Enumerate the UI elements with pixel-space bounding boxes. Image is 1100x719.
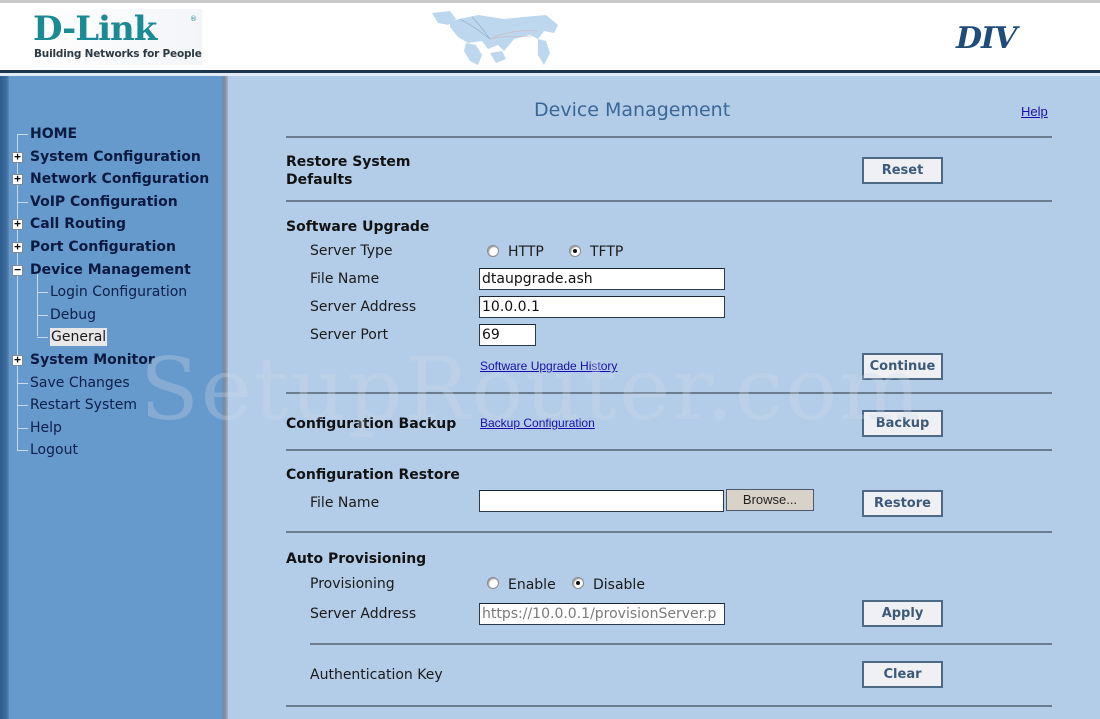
- server-address-label: Server Address: [310, 299, 417, 315]
- world-map-graphic: [432, 11, 558, 65]
- tree-connector: [17, 405, 28, 407]
- section-divider: [286, 705, 1052, 707]
- section-divider: [286, 200, 1052, 202]
- sidebar-item-label: Restart System: [30, 397, 137, 414]
- continue-button[interactable]: Continue: [862, 353, 943, 380]
- reset-button[interactable]: Reset: [862, 157, 943, 184]
- software-upgrade-title: Software Upgrade: [286, 219, 430, 235]
- sidebar-item-label: HOME: [30, 126, 78, 142]
- backup-configuration-link[interactable]: Backup Configuration: [480, 416, 595, 430]
- sidebar-item-label: Save Changes: [30, 374, 130, 391]
- header-banner: D-Link ® Building Networks for People DI…: [0, 0, 1100, 72]
- page-title: Device Management: [534, 99, 731, 121]
- tree-connector: [17, 382, 28, 384]
- sidebar-item-label: Device Management: [30, 261, 191, 278]
- restore-button[interactable]: Restore: [862, 490, 943, 517]
- product-name: DIV: [956, 21, 1017, 56]
- sidebar-item-label: Debug: [50, 306, 97, 323]
- provisioning-disable-radio[interactable]: [572, 577, 584, 589]
- tree-connector: [17, 450, 28, 452]
- server-port-label: Server Port: [310, 327, 389, 343]
- clear-button[interactable]: Clear: [862, 661, 943, 688]
- backup-button[interactable]: Backup: [862, 410, 943, 437]
- sidebar-item-label: Help: [30, 419, 62, 436]
- server-type-tftp-label: TFTP: [590, 244, 624, 260]
- sidebar-item-label: Port Configuration: [30, 238, 177, 255]
- config-backup-title: Configuration Backup: [286, 416, 457, 432]
- provisioning-server-address-label: Server Address: [310, 606, 417, 622]
- server-type-http-radio[interactable]: [487, 245, 499, 257]
- help-link[interactable]: Help: [1021, 104, 1048, 119]
- restore-defaults-title-line1: Restore System: [286, 154, 411, 170]
- section-divider: [286, 449, 1052, 451]
- restore-file-name-label: File Name: [310, 495, 380, 511]
- tree-connector: [17, 134, 28, 135]
- config-restore-title: Configuration Restore: [286, 467, 460, 483]
- tree-connector: [17, 427, 28, 429]
- provisioning-label: Provisioning: [310, 576, 395, 592]
- tree-connector: [37, 314, 48, 316]
- file-name-label: File Name: [310, 271, 380, 287]
- sidebar-left-edge: [0, 76, 9, 719]
- section-divider: [286, 392, 1052, 394]
- tree-connector: [37, 337, 48, 339]
- sidebar-item-label: Network Configuration: [30, 171, 210, 188]
- expand-plus-icon[interactable]: +: [12, 354, 23, 366]
- file-name-input[interactable]: dtaupgrade.ash: [479, 268, 725, 290]
- software-upgrade-history-link[interactable]: Software Upgrade History: [480, 359, 617, 373]
- expand-plus-icon[interactable]: +: [12, 173, 23, 186]
- restore-file-input[interactable]: [479, 490, 724, 512]
- logo-tagline: Building Networks for People: [34, 48, 202, 60]
- main-content: Device Management Help Restore System De…: [228, 76, 1100, 719]
- sidebar-item-label: System Configuration: [30, 148, 201, 165]
- server-type-http-label: HTTP: [508, 244, 544, 260]
- tree-connector: [37, 292, 48, 294]
- expand-plus-icon[interactable]: +: [12, 151, 23, 163]
- apply-button[interactable]: Apply: [862, 600, 943, 627]
- logo-registered-mark: ®: [190, 15, 197, 23]
- provisioning-enable-radio[interactable]: [487, 577, 499, 589]
- server-type-label: Server Type: [310, 243, 393, 259]
- tree-connector: [17, 201, 28, 203]
- restore-defaults-title: Restore System Defaults: [286, 153, 411, 189]
- section-divider: [286, 531, 1052, 533]
- server-address-input[interactable]: 10.0.0.1: [479, 296, 725, 318]
- subsection-divider: [310, 643, 1052, 645]
- collapse-minus-icon[interactable]: −: [12, 264, 23, 276]
- sidebar-item-label: VoIP Configuration: [30, 193, 178, 210]
- dlink-logo: D-Link ® Building Networks for People: [30, 9, 202, 65]
- server-port-input[interactable]: 69: [479, 324, 536, 346]
- authentication-key-label: Authentication Key: [310, 667, 443, 683]
- sidebar-item-label-selected: General: [50, 328, 108, 347]
- sidebar-item-label: Call Routing: [30, 216, 127, 233]
- expand-plus-icon[interactable]: +: [12, 218, 23, 231]
- sidebar-item-label: Logout: [30, 442, 78, 459]
- browse-button[interactable]: Browse...: [726, 489, 814, 511]
- restore-defaults-title-line2: Defaults: [286, 172, 353, 188]
- auto-provisioning-title: Auto Provisioning: [286, 551, 427, 567]
- sidebar-item-label: System Monitor: [30, 351, 155, 368]
- provisioning-enable-label: Enable: [508, 577, 556, 593]
- logo-wordmark: D-Link: [33, 9, 157, 49]
- sidebar-item-label: Login Configuration: [50, 284, 188, 301]
- expand-plus-icon[interactable]: +: [12, 241, 23, 253]
- provisioning-server-address-input[interactable]: https://10.0.0.1/provisionServer.p: [479, 603, 725, 625]
- server-type-tftp-radio[interactable]: [569, 245, 581, 257]
- section-divider: [286, 136, 1052, 138]
- provisioning-disable-label: Disable: [593, 577, 645, 593]
